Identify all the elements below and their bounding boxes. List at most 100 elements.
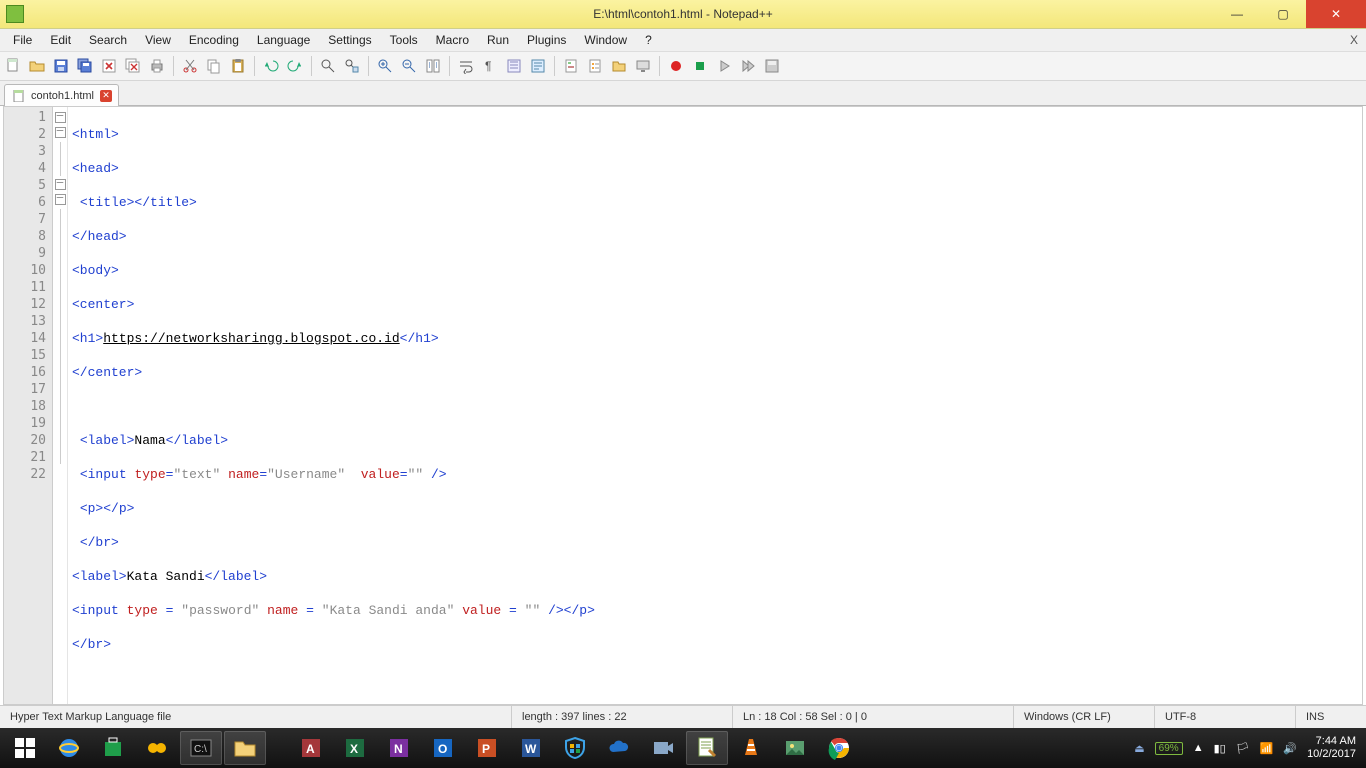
line-number: 2	[4, 126, 46, 143]
save-all-icon[interactable]	[74, 55, 96, 77]
lang-panel-icon[interactable]	[527, 55, 549, 77]
taskbar-access-icon[interactable]: A	[290, 731, 332, 765]
toolbar-separator	[368, 56, 369, 76]
code-area[interactable]: <html> <head> <title></title> </head> <b…	[68, 107, 1362, 704]
line-number: 17	[4, 381, 46, 398]
close-all-icon[interactable]	[122, 55, 144, 77]
copy-icon[interactable]	[203, 55, 225, 77]
new-file-icon[interactable]	[2, 55, 24, 77]
taskbar-powerpoint-icon[interactable]: P	[466, 731, 508, 765]
close-file-icon[interactable]	[98, 55, 120, 77]
zoom-in-icon[interactable]	[374, 55, 396, 77]
svg-text:C:\: C:\	[194, 744, 207, 755]
replace-icon[interactable]	[341, 55, 363, 77]
line-number: 8	[4, 228, 46, 245]
tray-wifi-icon[interactable]: 📶	[1260, 742, 1274, 755]
start-button[interactable]	[4, 731, 46, 765]
func-list-icon[interactable]	[584, 55, 606, 77]
taskbar-vlc-icon[interactable]	[730, 731, 772, 765]
fold-marker[interactable]: －	[55, 194, 66, 205]
tray-network-icon[interactable]: ▮▯	[1214, 742, 1226, 755]
show-all-chars-icon[interactable]: ¶	[479, 55, 501, 77]
menu-language[interactable]: Language	[248, 31, 319, 49]
wrap-icon[interactable]	[455, 55, 477, 77]
status-position: Ln : 18 Col : 58 Sel : 0 | 0	[733, 706, 1014, 728]
redo-icon[interactable]	[284, 55, 306, 77]
menu-window[interactable]: Window	[575, 31, 636, 49]
zoom-out-icon[interactable]	[398, 55, 420, 77]
tray-clock[interactable]: 7:44 AM 10/2/2017	[1307, 735, 1356, 761]
menu-plugins[interactable]: Plugins	[518, 31, 575, 49]
menu-search[interactable]: Search	[80, 31, 136, 49]
play-multi-icon[interactable]	[737, 55, 759, 77]
window: E:\html\contoh1.html - Notepad++ — ▢ ✕ F…	[0, 0, 1366, 768]
taskbar-outlook-icon[interactable]: O	[422, 731, 464, 765]
close-button[interactable]: ✕	[1306, 0, 1366, 28]
menu-macro[interactable]: Macro	[427, 31, 478, 49]
menu-file[interactable]: File	[4, 31, 41, 49]
tab-file[interactable]: contoh1.html ✕	[4, 84, 119, 106]
taskbar-video-icon[interactable]	[642, 731, 684, 765]
line-number: 20	[4, 432, 46, 449]
taskbar-cmd-icon[interactable]: C:\	[180, 731, 222, 765]
menu-help[interactable]: ?	[636, 31, 661, 49]
taskbar-photos-icon[interactable]	[774, 731, 816, 765]
tray-volume-icon[interactable]: 🔊	[1283, 742, 1297, 755]
svg-text:O: O	[438, 742, 447, 756]
record-macro-icon[interactable]	[665, 55, 687, 77]
open-file-icon[interactable]	[26, 55, 48, 77]
statusbar: Hyper Text Markup Language file length :…	[0, 705, 1366, 728]
taskbar-word-icon[interactable]: W	[510, 731, 552, 765]
menu-encoding[interactable]: Encoding	[180, 31, 248, 49]
tray-battery[interactable]: 69%	[1155, 742, 1183, 755]
maximize-button[interactable]: ▢	[1260, 0, 1306, 28]
taskbar-app1-icon[interactable]	[136, 731, 178, 765]
line-number: 3	[4, 143, 46, 160]
menubar-x-icon[interactable]: X	[1350, 33, 1358, 47]
menu-run[interactable]: Run	[478, 31, 518, 49]
save-macro-icon[interactable]	[761, 55, 783, 77]
taskbar-defender-icon[interactable]	[554, 731, 596, 765]
status-filetype: Hyper Text Markup Language file	[0, 706, 512, 728]
folder-view-icon[interactable]	[608, 55, 630, 77]
menu-edit[interactable]: Edit	[41, 31, 80, 49]
status-eol: Windows (CR LF)	[1014, 706, 1155, 728]
tray-date: 10/2/2017	[1307, 748, 1356, 761]
undo-icon[interactable]	[260, 55, 282, 77]
play-macro-icon[interactable]	[713, 55, 735, 77]
taskbar-onedrive-icon[interactable]	[598, 731, 640, 765]
taskbar-chrome-icon[interactable]	[818, 731, 860, 765]
taskbar-ie-icon[interactable]	[48, 731, 90, 765]
fold-marker[interactable]: －	[55, 179, 66, 190]
sync-scroll-icon[interactable]	[422, 55, 444, 77]
tray-usb-icon[interactable]: ⏏	[1134, 742, 1144, 755]
line-number: 11	[4, 279, 46, 296]
taskbar-store-icon[interactable]	[92, 731, 134, 765]
print-icon[interactable]	[146, 55, 168, 77]
find-icon[interactable]	[317, 55, 339, 77]
svg-text:W: W	[525, 742, 537, 756]
stop-macro-icon[interactable]	[689, 55, 711, 77]
menu-settings[interactable]: Settings	[319, 31, 380, 49]
doc-map-icon[interactable]	[560, 55, 582, 77]
minimize-button[interactable]: —	[1214, 0, 1260, 28]
taskbar-explorer-icon[interactable]	[224, 731, 266, 765]
cut-icon[interactable]	[179, 55, 201, 77]
tab-close-icon[interactable]: ✕	[100, 90, 112, 102]
fold-marker[interactable]: －	[55, 112, 66, 123]
taskbar-excel-icon[interactable]: X	[334, 731, 376, 765]
monitor-icon[interactable]	[632, 55, 654, 77]
fold-marker[interactable]: －	[55, 127, 66, 138]
taskbar-notepadpp-icon[interactable]	[686, 731, 728, 765]
menu-tools[interactable]: Tools	[381, 31, 427, 49]
taskbar-onenote-icon[interactable]: N	[378, 731, 420, 765]
paste-icon[interactable]	[227, 55, 249, 77]
tab-label: contoh1.html	[31, 90, 94, 102]
save-icon[interactable]	[50, 55, 72, 77]
editor: 1 2 3 4 5 6 7 8 9 10 11 12 13 14 15 16 1…	[3, 106, 1363, 705]
tray-up-icon[interactable]: ▲	[1193, 742, 1204, 754]
indent-guide-icon[interactable]	[503, 55, 525, 77]
svg-text:X: X	[350, 742, 358, 756]
tray-action-center-icon[interactable]: 🏳	[1236, 742, 1250, 755]
menu-view[interactable]: View	[136, 31, 180, 49]
